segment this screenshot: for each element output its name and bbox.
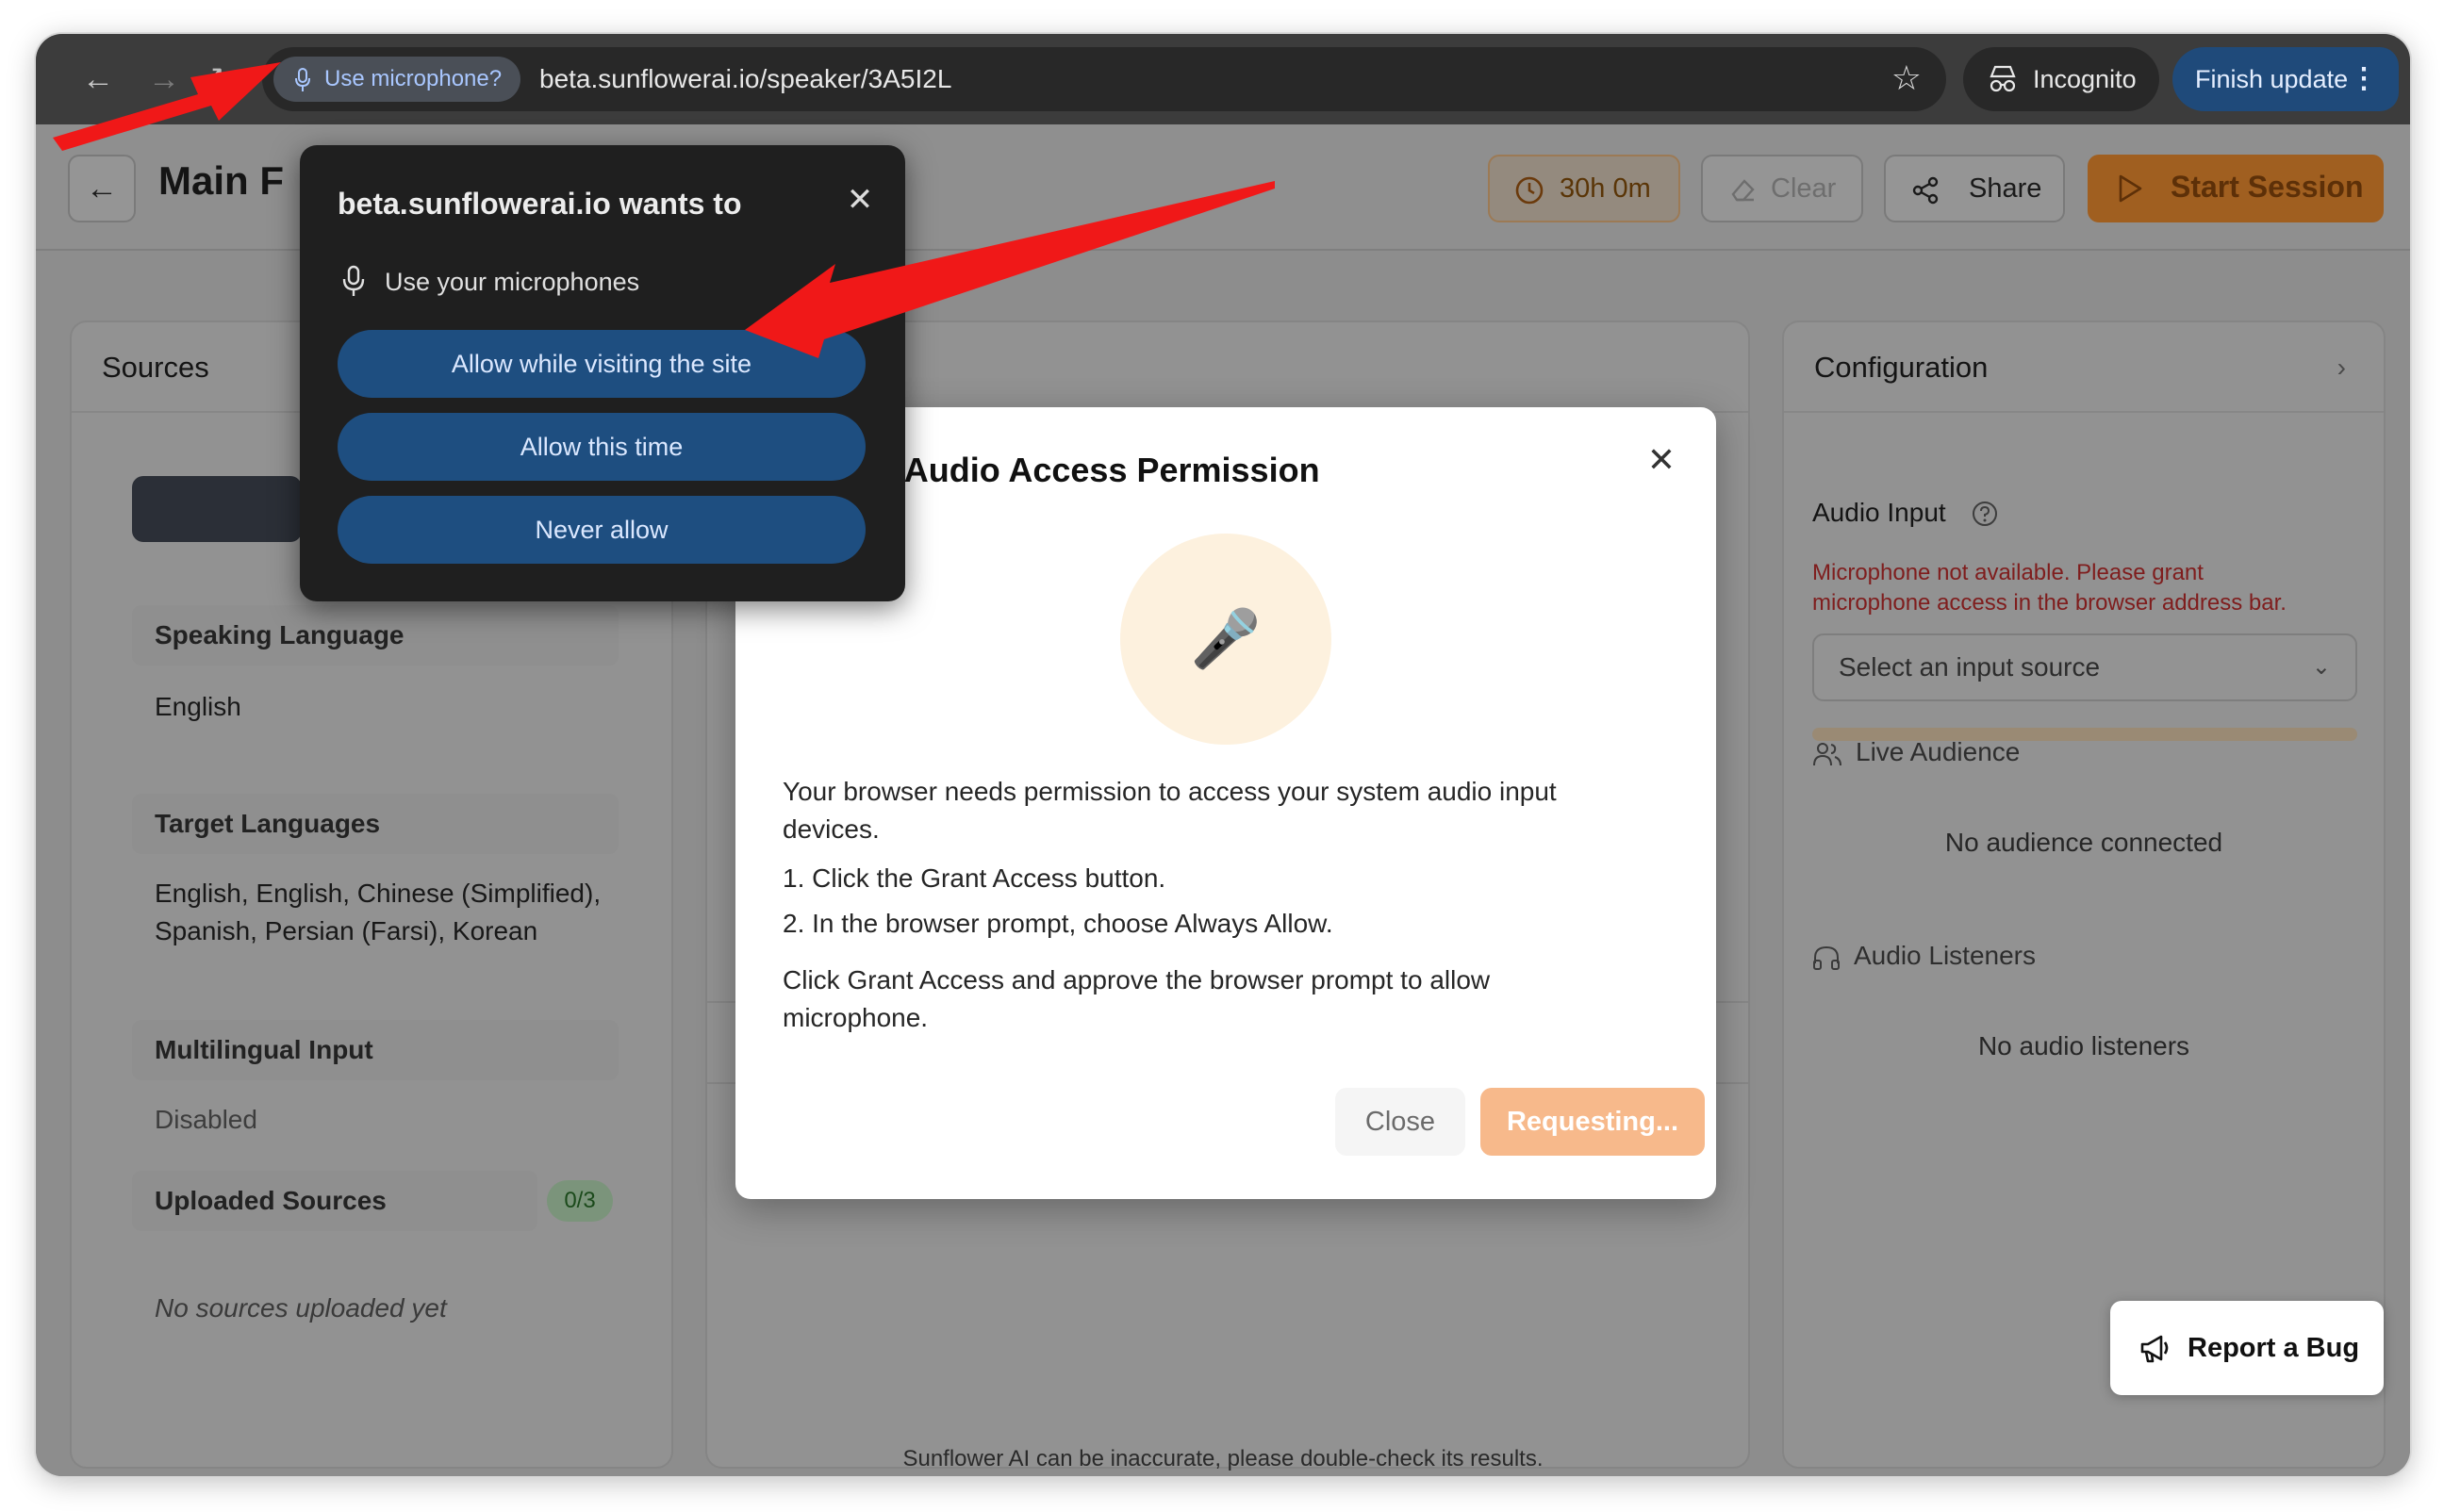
input-source-select[interactable]: Select an input source ⌄	[1812, 633, 2357, 701]
url-text[interactable]: beta.sunflowerai.io/speaker/3A5I2L	[539, 47, 951, 111]
audio-listeners-label: Audio Listeners	[1854, 941, 2037, 970]
live-audience-title: Live Audience	[1812, 737, 2020, 767]
modal-step-2: 2. In the browser prompt, choose Always …	[783, 909, 1333, 938]
disclaimer-text: Sunflower AI can be inaccurate, please d…	[902, 1446, 1544, 1471]
modal-para2-line2: microphone.	[783, 1003, 929, 1032]
bookmark-star-icon[interactable]: ☆	[1891, 47, 1922, 111]
never-allow-button[interactable]: Never allow	[338, 496, 866, 564]
warning-line2: microphone access in the browser address…	[1812, 590, 2287, 616]
share-icon	[1912, 176, 1939, 205]
speaking-language-value: English	[155, 692, 241, 721]
page-title: Main F	[158, 158, 284, 203]
multilingual-input-value: Disabled	[155, 1105, 257, 1134]
megaphone-icon	[2140, 1335, 2169, 1363]
incognito-icon	[1990, 65, 2016, 92]
clear-label: Clear	[1771, 173, 1837, 204]
microphone-icon	[342, 265, 365, 296]
allow-while-visiting-button[interactable]: Allow while visiting the site	[338, 330, 866, 398]
site-permission-popup: beta.sunflowerai.io wants to ✕ Use your …	[300, 145, 905, 601]
target-languages-line2: Spanish, Persian (Farsi), Korean	[155, 916, 538, 945]
browser-toolbar: ← → ↻ Use microphone? beta.sunflowerai.i…	[36, 34, 2410, 124]
timer-label: 30h 0m	[1560, 173, 1651, 204]
share-button[interactable]: Share	[1884, 155, 2065, 222]
modal-close-button[interactable]: Close	[1335, 1088, 1465, 1156]
permission-title: beta.sunflowerai.io wants to	[338, 187, 742, 221]
headphones-icon	[1813, 945, 1840, 970]
chevron-down-icon: ⌄	[2311, 654, 2331, 680]
permission-close-icon[interactable]: ✕	[839, 179, 881, 221]
configuration-header[interactable]: Configuration ›	[1784, 322, 2384, 413]
configuration-panel: Configuration ›	[1782, 320, 2386, 1469]
live-audience-empty: No audience connected	[1944, 828, 2223, 857]
chevron-right-icon[interactable]: ›	[2337, 322, 2346, 413]
target-languages-line1: English, English, Chinese (Simplified),	[155, 879, 602, 908]
audio-listeners-empty: No audio listeners	[1977, 1031, 2190, 1060]
play-icon	[2119, 174, 2142, 203]
help-circle-icon[interactable]	[1971, 500, 1999, 528]
share-label: Share	[1969, 173, 2042, 204]
microphone-icon	[295, 68, 310, 91]
session-timer-button[interactable]: 30h 0m	[1488, 155, 1680, 222]
start-session-button[interactable]: Start Session	[2088, 155, 2384, 222]
page-back-button[interactable]: ←	[68, 155, 136, 222]
target-languages-label: Target Languages	[132, 794, 619, 854]
browser-window: ← → ↻ Use microphone? beta.sunflowerai.i…	[36, 34, 2410, 1476]
eraser-icon	[1731, 179, 1755, 202]
uploaded-sources-label: Uploaded Sources	[132, 1171, 537, 1231]
clock-icon	[1515, 176, 1544, 205]
modal-close-icon[interactable]: ✕	[1641, 439, 1682, 481]
allow-this-time-button[interactable]: Allow this time	[338, 413, 866, 481]
address-bar[interactable]: Use microphone? beta.sunflowerai.io/spea…	[262, 47, 1946, 111]
report-bug-button[interactable]: Report a Bug	[2110, 1301, 2384, 1395]
modal-para1-line2: devices.	[783, 814, 880, 844]
finish-update-label: Finish update	[2195, 65, 2349, 93]
incognito-chip[interactable]: Incognito	[1963, 47, 2159, 111]
forward-arrow-icon[interactable]: →	[143, 58, 185, 100]
requesting-button[interactable]: Requesting...	[1480, 1088, 1705, 1156]
warning-line1: Microphone not available. Please grant	[1812, 560, 2204, 585]
modal-para1-line1: Your browser needs permission to access …	[783, 777, 1557, 806]
more-vertical-icon[interactable]: ⋮	[2350, 47, 2378, 111]
microphone-warning: Microphone not available. Please grant m…	[1812, 558, 2340, 618]
configuration-title: Configuration	[1814, 351, 1989, 384]
input-source-placeholder: Select an input source	[1839, 652, 2101, 682]
microphone-icon: 🎤	[1120, 534, 1331, 745]
multilingual-input-label: Multilingual Input	[132, 1020, 619, 1080]
finish-update-button[interactable]: Finish update ⋮	[2172, 47, 2399, 111]
modal-para2-line1: Click Grant Access and approve the brows…	[783, 965, 1491, 994]
uploaded-empty-text: No sources uploaded yet	[155, 1293, 447, 1323]
report-bug-label: Report a Bug	[2188, 1333, 2360, 1363]
start-session-label: Start Session	[2171, 170, 2364, 204]
users-icon	[1813, 742, 1841, 765]
modal-instructions: Click Grant Access and approve the brows…	[783, 961, 1631, 1037]
uploaded-count-badge: 0/3	[547, 1180, 613, 1222]
audio-listeners-title: Audio Listeners	[1812, 941, 2036, 971]
modal-title: e Give Audio Access Permission	[794, 451, 1320, 489]
modal-step-1: 1. Click the Grant Access button.	[783, 863, 1166, 893]
permission-item-microphone: Use your microphones	[385, 268, 640, 296]
microphone-permission-chip[interactable]: Use microphone?	[273, 57, 520, 102]
sources-action-button[interactable]	[132, 476, 302, 542]
speaking-language-label: Speaking Language	[132, 605, 619, 666]
back-arrow-icon[interactable]: ←	[77, 58, 119, 100]
live-audience-label: Live Audience	[1856, 737, 2021, 766]
incognito-label: Incognito	[2033, 65, 2137, 93]
reload-icon[interactable]: ↻	[202, 58, 243, 100]
clear-button[interactable]: Clear	[1701, 155, 1863, 222]
modal-description: Your browser needs permission to access …	[783, 773, 1631, 848]
audio-input-label: Audio Input	[1812, 498, 1946, 527]
permission-chip-label: Use microphone?	[324, 66, 503, 91]
